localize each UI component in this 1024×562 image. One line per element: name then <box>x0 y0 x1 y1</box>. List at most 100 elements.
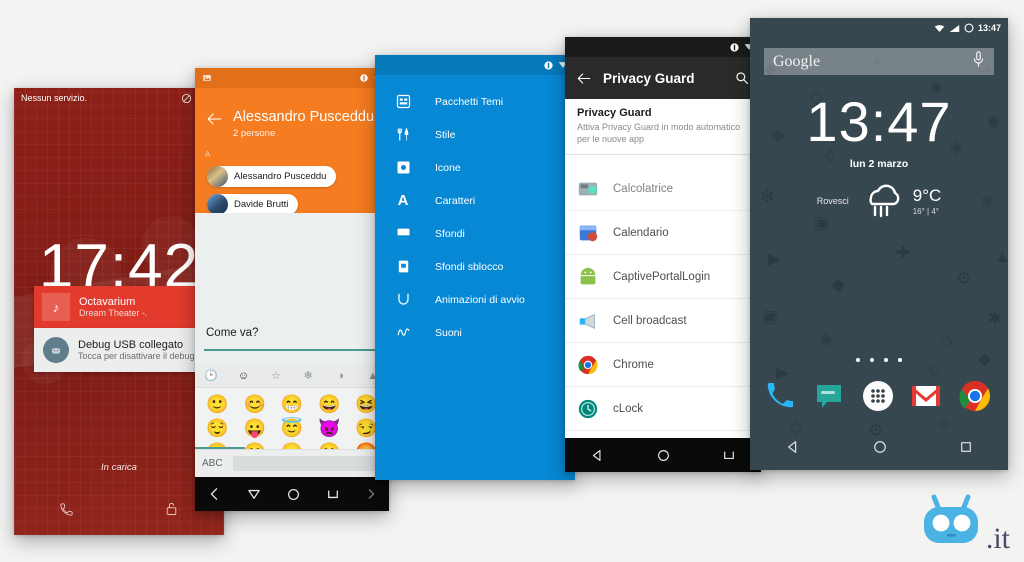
compose-underline <box>204 349 380 351</box>
phone-lockscreen: Nessun servizio. 17:42 martedì 3 marzo ♪… <box>14 88 224 535</box>
emoji-row: 😌 😛 😇 👿 😏 <box>199 417 385 439</box>
sidebar-item-label: Pacchetti Temi <box>435 95 504 108</box>
emoji[interactable]: 😛 <box>244 417 266 439</box>
bootanimation-icon <box>392 292 414 307</box>
emoji[interactable]: 😊 <box>244 393 266 415</box>
participant-chip[interactable]: Davide Brutti <box>207 194 299 215</box>
sidebar-item-stile[interactable]: Stile <box>375 118 575 151</box>
list-item[interactable]: CaptivePortalLogin <box>565 255 761 299</box>
app-drawer-icon[interactable] <box>862 380 896 414</box>
emoji-keyboard: 🕑 ☺ ☆ ❄ ◑ ▲ 🙂 😊 😁 😄 😆 😌 😛 😇 👿 😏 ABC <box>195 364 389 477</box>
gmail-icon[interactable] <box>910 380 944 414</box>
image-icon <box>203 75 211 81</box>
chrome-icon[interactable] <box>959 380 993 414</box>
down-triangle-icon[interactable] <box>247 488 261 500</box>
phone-shortcut[interactable] <box>14 501 119 517</box>
brand-suffix: .it <box>985 522 1010 555</box>
avatar <box>207 194 228 215</box>
usb-notification-title: Debug USB collegato <box>78 339 184 351</box>
nature-icon[interactable]: ❄ <box>292 369 324 382</box>
emoji[interactable]: 😁 <box>281 393 303 415</box>
signal-icon <box>949 24 960 32</box>
food-icon[interactable]: ☆ <box>260 369 292 382</box>
emoji[interactable]: 😄 <box>318 393 340 415</box>
clock-widget: 13:47 <box>806 90 952 153</box>
page-dot <box>870 358 874 362</box>
sounds-icon <box>392 325 414 340</box>
header-subtitle: Attiva Privacy Guard in modo automatico … <box>577 122 741 145</box>
app-list[interactable]: Calcolatrice Calendario CaptivePortalLog… <box>565 167 761 462</box>
emoji[interactable]: 😇 <box>281 417 303 439</box>
phone3-screen: Pacchetti Temi Stile Icone A Caratteri S… <box>375 55 575 480</box>
messaging-icon[interactable] <box>814 380 848 414</box>
sidebar-item-icone[interactable]: Icone <box>375 151 575 184</box>
smiley-icon[interactable]: ☺ <box>227 370 259 382</box>
sidebar-item-pacchetti-temi[interactable]: Pacchetti Temi <box>375 85 575 118</box>
google-search-widget[interactable]: Google <box>764 48 994 75</box>
transport-icon[interactable]: ◑ <box>324 370 356 382</box>
back-triangle-icon[interactable] <box>591 449 604 462</box>
back-triangle-icon[interactable] <box>786 440 800 459</box>
home-circle-icon[interactable] <box>657 449 670 462</box>
no-sim-icon <box>181 93 192 103</box>
phone1-statusbar: Nessun servizio. <box>14 88 224 108</box>
phone-privacy-guard: Privacy Guard Privacy Guard Attiva Priva… <box>565 37 761 472</box>
recents-square-icon[interactable] <box>960 440 972 458</box>
theme-pack-icon <box>392 94 414 109</box>
sidebar-item-sfondi-sblocco[interactable]: Sfondi sblocco <box>375 250 575 283</box>
microphone-icon[interactable] <box>972 51 985 72</box>
weather-widget[interactable]: Rovesci 9°C 16° | 4° <box>750 178 1008 223</box>
phone2-navbar <box>195 477 389 511</box>
phone-homescreen: ◆ ◇ ✦ ◈ △ ❖ ◊ ⚙ ◈ ✺ ❇ ▣ ◐ ♢ ❄ ▶ ◆ ✚ ⚙ ▲ <box>750 18 1008 470</box>
sidebar-item-label: Stile <box>435 128 456 141</box>
participant-name: Davide Brutti <box>234 199 289 210</box>
sidebar-item-animazioni-di-avvio[interactable]: Animazioni di avvio <box>375 283 575 316</box>
phone4-screen: Privacy Guard Privacy Guard Attiva Priva… <box>565 37 761 472</box>
abc-key[interactable]: ABC <box>202 458 223 469</box>
list-item[interactable]: Chrome <box>565 343 761 387</box>
music-notification-meta: Octavarium Dream Theater -. <box>79 296 204 318</box>
page-dot <box>884 358 888 362</box>
sidebar-item-label: Icone <box>435 161 461 174</box>
back-arrow-icon[interactable] <box>565 72 603 85</box>
recents-square-icon[interactable] <box>723 449 735 461</box>
messaging-appbar: Alessandro Pusceddu.. 2 persone A Alessa… <box>195 88 389 227</box>
home-circle-icon[interactable] <box>287 488 300 501</box>
sidebar-item-sfondi[interactable]: Sfondi <box>375 217 575 250</box>
back-arrow-icon[interactable] <box>206 112 223 131</box>
recents-square-icon[interactable] <box>327 488 339 500</box>
emoji[interactable]: 🙂 <box>206 393 228 415</box>
conversation-title: Alessandro Pusceddu.. <box>233 109 383 125</box>
app-name: Calendario <box>613 226 669 239</box>
list-item[interactable]: Calendario <box>565 211 761 255</box>
home-circle-icon[interactable] <box>873 440 887 459</box>
participant-chip[interactable]: Alessandro Pusceddu <box>207 166 337 187</box>
phone-icon[interactable] <box>765 380 799 414</box>
track-artist: Dream Theater -. <box>79 308 148 318</box>
sidebar-item-label: Sfondi <box>435 227 465 240</box>
sidebar-item-caratteri[interactable]: A Caratteri <box>375 184 575 217</box>
sidebar-item-suoni[interactable]: Suoni <box>375 316 575 349</box>
list-item[interactable]: Calcolatrice <box>565 167 761 211</box>
recent-clock-icon[interactable]: 🕑 <box>195 369 227 382</box>
emoji[interactable]: 😌 <box>206 417 228 439</box>
theme-menu-list: Pacchetti Temi Stile Icone A Caratteri S… <box>375 85 575 349</box>
back-chevron-icon[interactable] <box>208 487 220 501</box>
conversation-subtitle: 2 persone <box>233 128 276 139</box>
statusbar-clock: 13:47 <box>977 23 1001 33</box>
weather-condition: Rovesci <box>816 195 849 206</box>
list-item[interactable]: Cell broadcast <box>565 299 761 343</box>
forward-chevron-icon[interactable] <box>366 488 376 500</box>
page-dot <box>898 358 902 362</box>
sidebar-item-label: Sfondi sblocco <box>435 260 504 273</box>
app-name: Cell broadcast <box>613 314 687 327</box>
list-item[interactable]: cLock <box>565 387 761 431</box>
emoji[interactable]: 👿 <box>318 417 340 439</box>
app-name: Calcolatrice <box>613 182 674 195</box>
phone2-screen: Alessandro Pusceddu.. 2 persone A Alessa… <box>195 68 389 511</box>
section-letter: A <box>205 150 211 159</box>
space-key[interactable] <box>232 456 382 471</box>
chrome-icon <box>577 354 599 376</box>
lockscreen-shortcuts <box>14 501 224 517</box>
calendar-icon <box>577 222 599 244</box>
